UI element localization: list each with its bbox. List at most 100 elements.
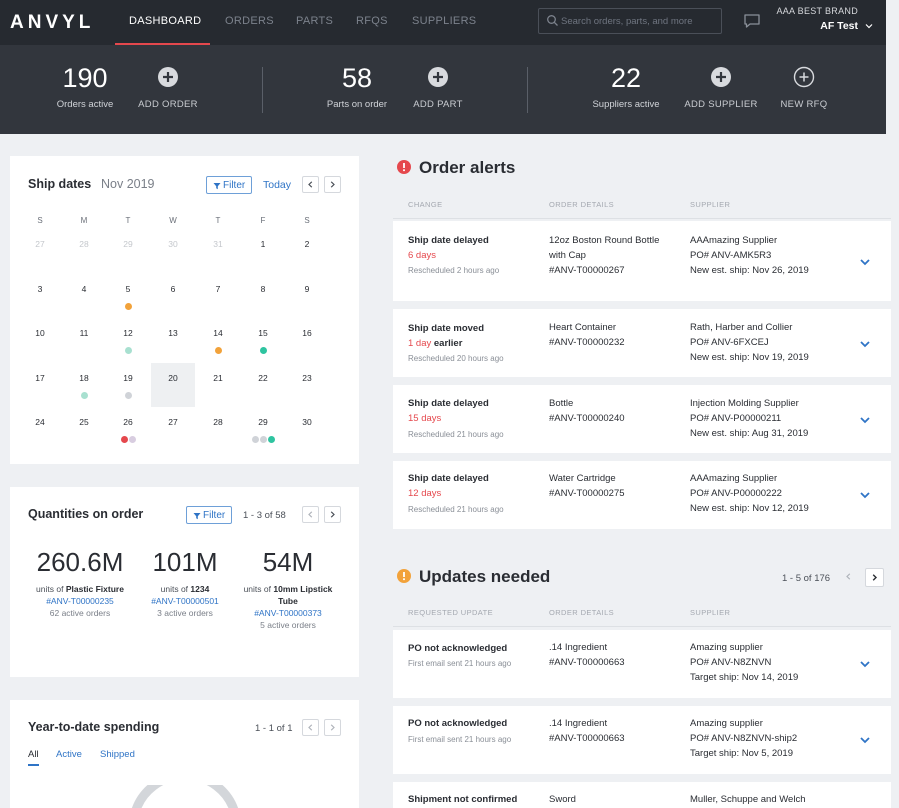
add-order-button[interactable]: ADD ORDER bbox=[128, 99, 208, 110]
calendar-day[interactable]: 21 bbox=[196, 363, 240, 407]
calendar-day-number: 13 bbox=[168, 328, 178, 338]
alert-icon bbox=[397, 160, 411, 174]
part-ref-link[interactable]: #ANV-T00000373 bbox=[238, 607, 338, 619]
calendar-day[interactable]: 2 bbox=[285, 229, 329, 273]
chevron-down-icon[interactable] bbox=[859, 489, 871, 501]
calendar-day[interactable]: 28 bbox=[196, 407, 240, 451]
updates-prev-button[interactable] bbox=[841, 569, 858, 586]
calendar-day[interactable]: 31 bbox=[196, 229, 240, 273]
add-supplier-button[interactable]: ADD SUPPLIER bbox=[676, 99, 766, 110]
calendar-day[interactable]: 23 bbox=[285, 363, 329, 407]
order-alert-row[interactable]: Ship date delayed 15 days Rescheduled 21… bbox=[393, 385, 891, 453]
chevron-down-icon[interactable] bbox=[859, 414, 871, 426]
calendar-day[interactable]: 24 bbox=[18, 407, 62, 451]
order-alert-row[interactable]: Ship date delayed 12 days Rescheduled 21… bbox=[393, 461, 891, 529]
chevron-down-icon[interactable] bbox=[859, 338, 871, 350]
calendar-day[interactable]: 3 bbox=[18, 274, 62, 318]
add-part-button[interactable]: ADD PART bbox=[398, 99, 478, 110]
tab-all[interactable]: All bbox=[28, 749, 39, 760]
calendar-day[interactable]: 26 bbox=[106, 407, 150, 451]
add-part-icon[interactable] bbox=[427, 66, 449, 88]
part-name[interactable]: 1234 bbox=[190, 584, 209, 594]
calendar-day[interactable]: 13 bbox=[151, 318, 195, 362]
chevron-down-icon[interactable] bbox=[864, 21, 874, 31]
add-supplier-icon[interactable] bbox=[710, 66, 732, 88]
calendar-day[interactable]: 7 bbox=[196, 274, 240, 318]
tab-active[interactable]: Active bbox=[56, 749, 82, 760]
calendar-day[interactable]: 12 bbox=[106, 318, 150, 362]
chevron-down-icon[interactable] bbox=[859, 658, 871, 670]
chevron-left-icon bbox=[308, 724, 313, 731]
calendar-day[interactable]: 22 bbox=[241, 363, 285, 407]
calendar-day-number: 7 bbox=[215, 284, 221, 294]
calendar-day[interactable]: 1 bbox=[241, 229, 285, 273]
calendar-day[interactable]: 4 bbox=[62, 274, 106, 318]
order-alert-row[interactable]: Ship date moved 1 day earlier Reschedule… bbox=[393, 309, 891, 377]
calendar-day[interactable]: 29 bbox=[241, 407, 285, 451]
today-link[interactable]: Today bbox=[263, 179, 291, 191]
calendar-day[interactable]: 5 bbox=[106, 274, 150, 318]
order-alert-row[interactable]: Ship date delayed 6 days Rescheduled 2 h… bbox=[393, 221, 891, 301]
divider bbox=[527, 67, 528, 113]
nav-tab-parts[interactable]: PARTS bbox=[296, 15, 333, 27]
quantities-prev-button[interactable] bbox=[302, 506, 319, 523]
part-name[interactable]: Plastic Fixture bbox=[66, 584, 124, 594]
quantities-next-button[interactable] bbox=[324, 506, 341, 523]
calendar-day[interactable]: 28 bbox=[62, 229, 106, 273]
chevron-down-icon[interactable] bbox=[859, 734, 871, 746]
messages-icon[interactable] bbox=[743, 12, 761, 30]
calendar-day[interactable]: 11 bbox=[62, 318, 106, 362]
calendar-day[interactable]: 27 bbox=[151, 407, 195, 451]
alert-change-title: Ship date delayed bbox=[408, 398, 489, 409]
calendar-day[interactable]: 30 bbox=[151, 229, 195, 273]
nav-tab-rfqs[interactable]: RFQS bbox=[356, 15, 388, 27]
calendar-day[interactable]: 10 bbox=[18, 318, 62, 362]
new-rfq-button[interactable]: NEW RFQ bbox=[769, 99, 839, 110]
calendar-next-button[interactable] bbox=[324, 176, 341, 193]
nav-tab-suppliers[interactable]: SUPPLIERS bbox=[412, 15, 476, 27]
calendar-day[interactable]: 8 bbox=[241, 274, 285, 318]
quantity-units: units of Plastic Fixture bbox=[36, 584, 124, 594]
part-name[interactable]: 10mm Lipstick Tube bbox=[273, 584, 332, 606]
nav-tab-orders[interactable]: ORDERS bbox=[225, 15, 274, 27]
user-name[interactable]: AF Test bbox=[760, 20, 858, 32]
add-order-icon[interactable] bbox=[157, 66, 179, 88]
update-row[interactable]: PO not acknowledged First email sent 21 … bbox=[393, 706, 891, 774]
search-input[interactable] bbox=[561, 13, 716, 29]
update-row[interactable]: PO not acknowledged First email sent 21 … bbox=[393, 630, 891, 698]
calendar-day[interactable]: 6 bbox=[151, 274, 195, 318]
update-timestamp: First email sent 21 hours ago bbox=[408, 659, 512, 668]
ytd-prev-button[interactable] bbox=[302, 719, 319, 736]
calendar-day[interactable]: 25 bbox=[62, 407, 106, 451]
calendar-day[interactable]: 30 bbox=[285, 407, 329, 451]
calendar-day[interactable]: 17 bbox=[18, 363, 62, 407]
chevron-down-icon[interactable] bbox=[859, 256, 871, 268]
order-details: .14 Ingredient #ANV-T00000663 bbox=[549, 718, 625, 744]
calendar-day-number: 10 bbox=[35, 328, 45, 338]
update-row[interactable]: Shipment not confirmed Sword Muller, Sch… bbox=[393, 782, 891, 808]
ytd-next-button[interactable] bbox=[324, 719, 341, 736]
calendar-day[interactable]: 15 bbox=[241, 318, 285, 362]
calendar-day-today[interactable]: 20 bbox=[151, 363, 195, 407]
tab-shipped[interactable]: Shipped bbox=[100, 749, 135, 760]
ship-dates-filter-button[interactable]: Filter bbox=[206, 176, 252, 194]
nav-tab-dashboard[interactable]: DASHBOARD bbox=[129, 15, 201, 27]
spending-donut-chart bbox=[131, 785, 239, 808]
calendar-day[interactable]: 14 bbox=[196, 318, 240, 362]
part-ref-link[interactable]: #ANV-T00000235 bbox=[30, 595, 130, 607]
app-logo[interactable]: ANVYL bbox=[10, 12, 94, 34]
quantities-filter-button[interactable]: Filter bbox=[186, 506, 232, 524]
calendar-day[interactable]: 9 bbox=[285, 274, 329, 318]
update-title: PO not acknowledged bbox=[408, 718, 508, 729]
calendar-day[interactable]: 16 bbox=[285, 318, 329, 362]
part-ref-link[interactable]: #ANV-T00000501 bbox=[135, 595, 235, 607]
calendar-prev-button[interactable] bbox=[302, 176, 319, 193]
orders-active-label: Orders active bbox=[56, 99, 114, 110]
new-rfq-icon[interactable] bbox=[793, 66, 815, 88]
calendar-day[interactable]: 27 bbox=[18, 229, 62, 273]
global-search[interactable] bbox=[538, 8, 722, 34]
calendar-day[interactable]: 29 bbox=[106, 229, 150, 273]
updates-next-button[interactable] bbox=[865, 568, 884, 587]
calendar-day[interactable]: 19 bbox=[106, 363, 150, 407]
calendar-day[interactable]: 18 bbox=[62, 363, 106, 407]
